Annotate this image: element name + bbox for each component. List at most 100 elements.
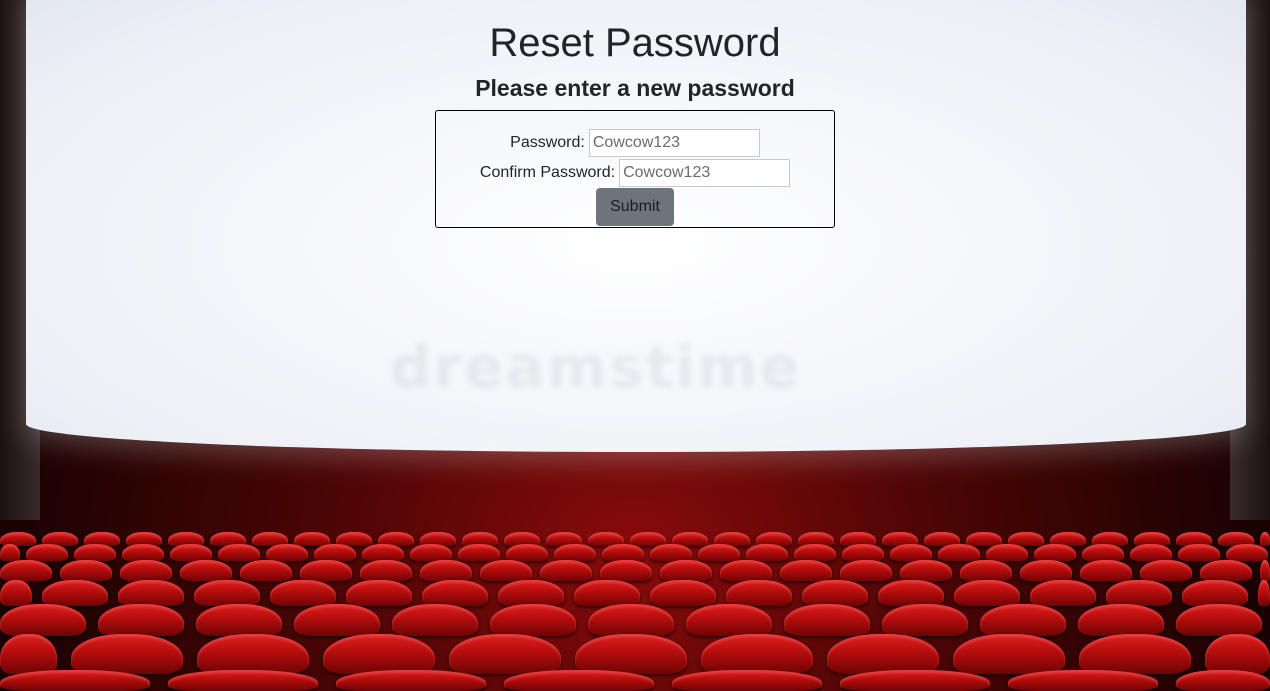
seat [180,560,232,581]
seat [218,544,260,561]
seat [490,604,576,636]
seat [362,544,404,561]
password-input[interactable] [588,129,760,157]
seat [701,634,813,674]
seat [1260,560,1270,581]
seat [746,544,788,561]
submit-button[interactable]: Submit [596,188,674,226]
seat [0,604,86,636]
page: dreamstime Reset Password Please enter a… [0,0,1270,691]
seat [900,560,952,581]
seat [602,544,644,561]
seat [726,580,792,606]
seat [336,670,486,691]
background-watermark: dreamstime [390,333,801,401]
seat [938,544,980,561]
seat [794,544,836,561]
seat [540,560,592,581]
seat [574,580,640,606]
seat [780,560,832,581]
password-row: Password: [436,128,834,158]
seat [878,580,944,606]
seat [194,580,260,606]
seat [170,544,212,561]
seat [890,544,932,561]
seat [1205,634,1270,674]
seat [60,560,112,581]
seat [422,580,488,606]
seat [196,604,282,636]
seat [960,560,1012,581]
seat [1140,560,1192,581]
seat [504,670,654,691]
seat [449,634,561,674]
seat [1176,670,1270,691]
seat [980,604,1066,636]
seat [118,580,184,606]
seat [986,544,1028,561]
seat [0,580,32,606]
seat [240,560,292,581]
page-subtitle: Please enter a new password [475,75,795,101]
confirm-password-row: Confirm Password: [436,158,834,188]
seat [1079,634,1191,674]
seat [168,670,318,691]
seat [650,580,716,606]
seat [323,634,435,674]
seat [660,560,712,581]
seat [294,604,380,636]
seat [122,544,164,561]
seat [1078,604,1164,636]
seat [720,560,772,581]
seat [98,604,184,636]
seat [270,580,336,606]
page-title: Reset Password [489,21,781,65]
seat [1176,604,1262,636]
seat [458,544,500,561]
seat [420,560,472,581]
seat [842,544,884,561]
theater-seats [0,530,1270,691]
seat [1226,544,1268,561]
seat [480,560,532,581]
seat [672,670,822,691]
seat [300,560,352,581]
seat [314,544,356,561]
seat [1008,670,1158,691]
password-label: Password: [510,134,585,151]
seat [392,604,478,636]
seat [0,544,20,561]
seat [0,670,150,691]
seat [1030,580,1096,606]
seat [953,634,1065,674]
seat [346,580,412,606]
seat [1200,560,1252,581]
seat [360,560,412,581]
seat [266,544,308,561]
seat [71,634,183,674]
seat [26,544,68,561]
seat [588,604,674,636]
confirm-password-label: Confirm Password: [479,164,616,181]
seat [1258,580,1270,606]
seat [575,634,687,674]
confirm-password-input[interactable] [619,159,791,187]
seat [506,544,548,561]
seat [802,580,868,606]
seat [882,604,968,636]
seat [840,560,892,581]
seat [650,544,692,561]
seat [1080,560,1132,581]
seat [1260,532,1270,546]
seat [197,634,309,674]
seat [954,580,1020,606]
seat [120,560,172,581]
seat [698,544,740,561]
seat [74,544,116,561]
seat [1178,544,1220,561]
seat [498,580,564,606]
seat [0,560,52,581]
seat [410,544,452,561]
seat [0,634,57,674]
seat [600,560,652,581]
